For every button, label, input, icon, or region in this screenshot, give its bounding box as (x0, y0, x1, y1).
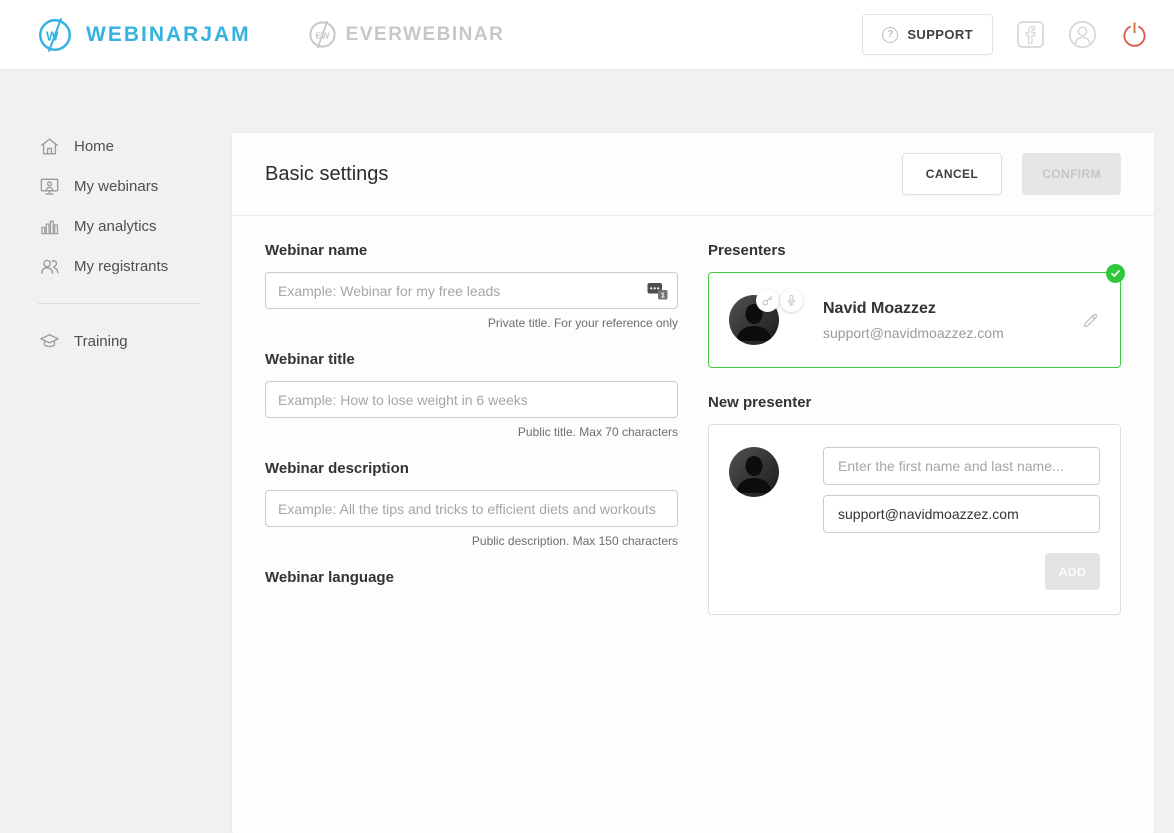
presenter-email: support@navidmoazzez.com (823, 324, 1004, 341)
logout-power-icon[interactable] (1121, 21, 1148, 48)
everwebinar-logo-text: EVERWEBINAR (345, 23, 505, 45)
new-presenter-name-input[interactable] (823, 447, 1100, 485)
webinar-language-label: Webinar language (265, 569, 394, 586)
everwebinar-logo-icon: EW (307, 19, 338, 50)
webinar-title-helper: Public title. Max 70 characters (517, 425, 678, 439)
sidebar-item-label: Home (74, 137, 115, 155)
facebook-icon[interactable] (1017, 21, 1044, 48)
add-presenter-button[interactable]: ADD (1045, 553, 1100, 590)
top-header: W WEBINARJAM EW EVERWEBINAR ? SUPPORT (0, 0, 1174, 70)
page-title: Basic settings (265, 162, 389, 185)
sidebar-item-my-registrants[interactable]: My registrants (38, 246, 230, 286)
webinar-name-label: Webinar name (265, 242, 368, 259)
webinar-form-column: Webinar name 1 Private title. For your r… (265, 242, 678, 615)
sidebar-item-home[interactable]: Home (38, 126, 230, 166)
webinar-name-helper: Private title. For your reference only (487, 316, 678, 330)
translation-language-icon[interactable]: 1 (647, 281, 668, 300)
webinar-description-input[interactable] (265, 490, 678, 527)
webinar-name-input[interactable] (265, 272, 678, 309)
home-icon (38, 135, 61, 158)
cancel-button[interactable]: CANCEL (901, 153, 1003, 195)
account-icon[interactable] (1068, 20, 1097, 49)
panel-header: Basic settings CANCEL CONFIRM (232, 133, 1154, 216)
sidebar-item-my-webinars[interactable]: My webinars (38, 166, 230, 206)
presenters-label: Presenters (708, 242, 786, 259)
confirm-button[interactable]: CONFIRM (1022, 153, 1121, 195)
sidebar-item-training[interactable]: Training (38, 321, 230, 361)
svg-text:1: 1 (661, 290, 665, 299)
webinarjam-logo-text: WEBINARJAM (86, 22, 251, 46)
presenter-name: Navid Moazzez (823, 299, 936, 317)
webinar-description-label: Webinar description (265, 460, 409, 477)
analytics-icon (38, 215, 61, 238)
selected-check-icon (1106, 264, 1125, 283)
presenter-mic-icon[interactable] (780, 289, 803, 312)
new-presenter-card: ADD (708, 424, 1121, 615)
sidebar-item-label: My webinars (74, 177, 159, 195)
webinarjam-logo-icon: W (36, 16, 74, 54)
everwebinar-logo[interactable]: EW EVERWEBINAR (307, 19, 505, 50)
sidebar-item-label: My analytics (74, 217, 157, 235)
webinarjam-logo[interactable]: W WEBINARJAM (36, 16, 251, 54)
new-presenter-avatar[interactable] (729, 447, 779, 497)
webinar-title-label: Webinar title (265, 351, 355, 368)
sidebar-item-my-analytics[interactable]: My analytics (38, 206, 230, 246)
sidebar-divider (38, 303, 200, 304)
presenter-key-icon[interactable] (756, 289, 779, 312)
training-icon (38, 330, 61, 353)
basic-settings-panel: Basic settings CANCEL CONFIRM Webinar na… (232, 133, 1154, 833)
registrants-icon (38, 255, 61, 278)
new-presenter-email-input[interactable] (823, 495, 1100, 533)
webinar-title-input[interactable] (265, 381, 678, 418)
presenter-avatar[interactable] (729, 289, 803, 345)
sidebar: Home My webinars My analytics My registr… (0, 70, 230, 361)
new-presenter-label: New presenter (708, 394, 812, 411)
sidebar-item-label: My registrants (74, 257, 169, 275)
support-button[interactable]: ? SUPPORT (862, 14, 993, 55)
webinars-icon (38, 175, 61, 198)
sidebar-item-label: Training (74, 332, 128, 350)
help-icon: ? (882, 26, 899, 43)
presenters-column: Presenters Navid Moazzez support@navidmo… (708, 242, 1125, 615)
edit-presenter-icon[interactable] (1081, 311, 1100, 330)
presenter-card: Navid Moazzez support@navidmoazzez.com (708, 264, 1125, 368)
webinar-description-helper: Public description. Max 150 characters (471, 534, 678, 548)
